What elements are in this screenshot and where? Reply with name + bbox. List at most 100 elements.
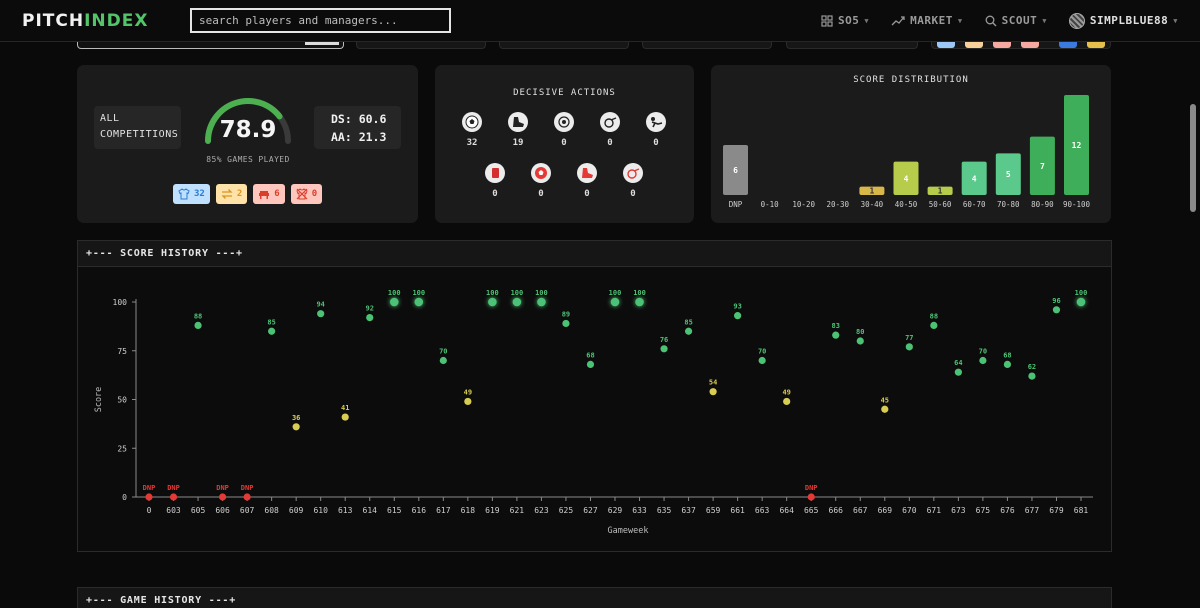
score-point: [439, 356, 447, 365]
username: SIMPLBLUE88: [1089, 14, 1169, 27]
logo-text-right: INDEX: [84, 10, 149, 31]
distribution-category-label: 10-20: [792, 200, 815, 209]
distribution-bar-value: 12: [1072, 141, 1082, 150]
score-point: [414, 297, 424, 307]
action-value: 19: [512, 138, 524, 148]
score-point-label: 100: [388, 289, 401, 297]
x-tick-label: 629: [608, 506, 623, 515]
x-tick-label: 666: [829, 506, 844, 515]
score-point: [856, 337, 864, 345]
nav-so5[interactable]: SO5 ▼: [821, 14, 869, 27]
subs-count: 2: [236, 189, 243, 199]
score-point: [610, 297, 620, 307]
nav-scout[interactable]: SCOUT ▼: [985, 14, 1047, 27]
game-history-panel: +--- GAME HISTORY ---+: [77, 587, 1112, 608]
score-point: [1052, 306, 1061, 314]
chevron-down-icon: ▼: [1173, 16, 1178, 25]
x-tick-label: 613: [338, 506, 353, 515]
x-tick-label: 606: [215, 506, 230, 515]
chevron-down-icon: ▼: [1042, 16, 1047, 25]
action-error-leading-to-goal: 0: [567, 163, 607, 199]
score-point: [488, 297, 497, 307]
distribution-bar-value: 4: [972, 174, 977, 183]
penalty-won-icon: [554, 112, 574, 132]
score-point-label: 62: [1028, 363, 1036, 371]
x-tick-label: 670: [902, 506, 917, 515]
nav-scout-label: SCOUT: [1001, 14, 1038, 27]
score-point-label: 100: [412, 289, 425, 297]
not-in-squad-badge: 0: [290, 184, 323, 204]
chip-bottom: [965, 42, 983, 48]
action-assists: 19: [498, 112, 538, 148]
chevron-down-icon: ▼: [864, 16, 870, 25]
nav-user-menu[interactable]: SIMPLBLUE88 ▼: [1068, 12, 1178, 29]
score-point-label: 93: [733, 303, 741, 311]
score-point: [562, 319, 570, 328]
x-tick-label: 623: [534, 506, 549, 515]
action-value: 0: [492, 189, 498, 199]
x-tick-label: 608: [264, 506, 279, 515]
score-point-label: 92: [366, 305, 374, 313]
boot-icon: [508, 112, 528, 132]
x-tick-label: 619: [485, 506, 500, 515]
score-history-panel: +--- SCORE HISTORY ---+ 0 25 50 75 100 Score G…: [77, 240, 1112, 552]
score-point-label: 88: [194, 312, 202, 320]
score-point: [268, 327, 276, 335]
competition-selector[interactable]: ALL COMPETITIONS: [94, 106, 181, 149]
x-tick-label: 621: [510, 506, 525, 515]
score-point: [1028, 372, 1036, 380]
x-tick-label: 635: [657, 506, 672, 515]
nav-market-label: MARKET: [910, 14, 953, 27]
x-tick-label: 679: [1049, 506, 1064, 515]
scrollbar-thumb[interactable]: [1190, 104, 1196, 212]
score-point-label: 70: [439, 348, 447, 356]
nav-market[interactable]: MARKET ▼: [891, 14, 962, 27]
x-tick-label: 609: [289, 506, 304, 515]
action-value: 0: [584, 189, 590, 199]
search-icon: [985, 15, 997, 26]
score-point: [783, 397, 791, 406]
score-point-label: 100: [633, 289, 646, 297]
no-squad-icon: [296, 188, 308, 200]
top-nav: PITCHINDEX SO5 ▼ MARKET ▼ SCOUT ▼ SIMPLBLUE…: [0, 0, 1200, 42]
logo[interactable]: PITCHINDEX: [22, 11, 190, 31]
score-point-label: 64: [954, 359, 962, 367]
chip-bottom: [1087, 42, 1105, 48]
score-point-label: 49: [464, 388, 472, 396]
x-tick-label: 618: [461, 506, 476, 515]
action-value: 0: [653, 138, 659, 148]
score-point: [1003, 360, 1012, 368]
action-penalty-conceded: 0: [613, 163, 653, 199]
distribution-category-label: 30-40: [861, 200, 884, 209]
score-point-label: 41: [341, 404, 349, 412]
x-tick-label: 616: [412, 506, 427, 515]
action-clearance: 0: [636, 112, 676, 148]
action-red-card: 0: [475, 163, 515, 199]
subs-badge: 2: [215, 184, 248, 204]
score-point: [366, 314, 374, 322]
grid-icon: [821, 14, 833, 27]
action-value: 0: [561, 138, 567, 148]
score-point-label: 85: [267, 318, 275, 326]
score-point-label: 100: [511, 289, 524, 297]
score-point: [169, 493, 178, 501]
score-point-label: 76: [660, 336, 668, 344]
decisive-actions-card: DECISIVE ACTIONS 32 19 0 0 0 0 0 0 0: [435, 65, 694, 223]
avatar: [1068, 12, 1085, 29]
chip-bottom: [937, 42, 955, 48]
y-tick-label: 75: [117, 347, 127, 356]
penalty-conceded-icon: [623, 163, 643, 183]
score-point: [758, 356, 766, 365]
x-tick-label: 603: [166, 506, 181, 515]
distribution-bar-value: 1: [869, 187, 874, 196]
score-point: [881, 405, 889, 413]
score-point-label: 83: [832, 322, 840, 330]
starts-badge: 32: [173, 184, 210, 204]
search-input[interactable]: [190, 8, 451, 33]
score-point: [635, 297, 644, 307]
score-point-label: 89: [562, 310, 570, 318]
x-tick-label: 681: [1074, 506, 1089, 515]
error-boot-icon: [577, 163, 597, 183]
x-tick-label: 671: [927, 506, 942, 515]
x-tick-label: 661: [730, 506, 745, 515]
